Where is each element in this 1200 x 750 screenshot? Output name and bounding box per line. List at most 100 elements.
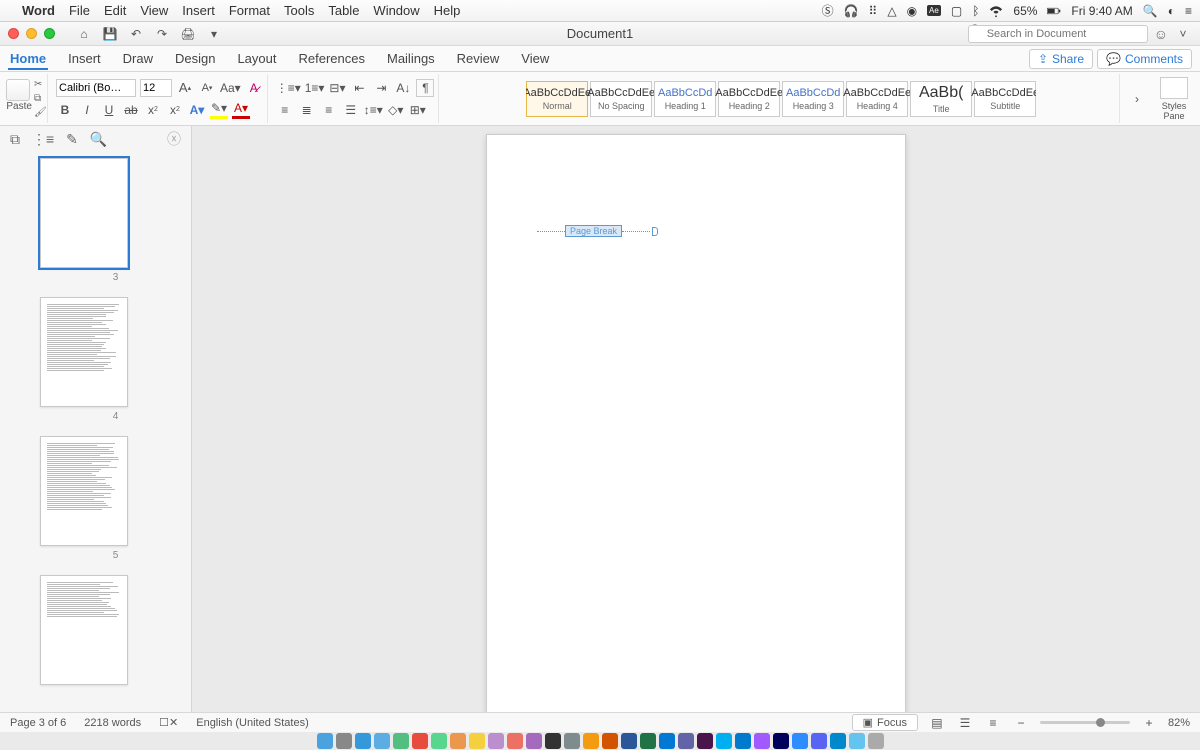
dock-app-mail[interactable]: [374, 733, 390, 749]
menu-file[interactable]: File: [69, 3, 90, 18]
style-tile-heading-1[interactable]: AaBbCcDdHeading 1: [654, 81, 716, 117]
dock-app-telegram[interactable]: [830, 733, 846, 749]
menu-insert[interactable]: Insert: [182, 3, 215, 18]
web-layout-icon[interactable]: ≡: [984, 714, 1002, 732]
tab-mailings[interactable]: Mailings: [385, 47, 437, 70]
edit-icon[interactable]: ✎: [66, 131, 78, 148]
zoom-window-button[interactable]: [44, 28, 55, 39]
tab-design[interactable]: Design: [173, 47, 217, 70]
tab-draw[interactable]: Draw: [121, 47, 155, 70]
page-3[interactable]: Page Break: [486, 134, 906, 712]
clock[interactable]: Fri 9:40 AM: [1071, 4, 1132, 18]
styles-pane-icon[interactable]: [1160, 77, 1188, 99]
dock-app-br[interactable]: [773, 733, 789, 749]
page-indicator[interactable]: Page 3 of 6: [10, 717, 66, 729]
dock-app-maps[interactable]: [393, 733, 409, 749]
dock-app-teams[interactable]: [678, 733, 694, 749]
adobe-tray-icon[interactable]: Ae: [927, 5, 941, 16]
dock-app-cal[interactable]: [450, 733, 466, 749]
align-right-icon[interactable]: ≡: [320, 101, 338, 119]
paste-icon[interactable]: [6, 79, 30, 101]
spellcheck-icon[interactable]: ☐✕: [159, 716, 178, 729]
page-thumb-4[interactable]: [40, 297, 128, 407]
notification-center-icon[interactable]: ≡: [1185, 4, 1192, 18]
focus-mode-button[interactable]: ▣Focus: [852, 714, 918, 731]
dock-app-finder[interactable]: [317, 733, 333, 749]
styles-more-icon[interactable]: ›: [1128, 90, 1146, 108]
style-tile-heading-3[interactable]: AaBbCcDdHeading 3: [782, 81, 844, 117]
share-button[interactable]: ⇪Share: [1029, 49, 1093, 69]
dock-app-discord[interactable]: [811, 733, 827, 749]
dock-app-launchpad[interactable]: [336, 733, 352, 749]
dock-app-vscode[interactable]: [735, 733, 751, 749]
page-thumb-5[interactable]: [40, 436, 128, 546]
font-name-select[interactable]: [56, 79, 136, 97]
highlight-color-icon[interactable]: ✎▾: [210, 101, 228, 119]
style-tile-subtitle[interactable]: AaBbCcDdEeSubtitle: [974, 81, 1036, 117]
dock-app-folder[interactable]: [849, 733, 865, 749]
zoom-slider[interactable]: [1040, 721, 1130, 724]
align-center-icon[interactable]: ≣: [298, 101, 316, 119]
word-count[interactable]: 2218 words: [84, 717, 141, 729]
dock-app-excel[interactable]: [640, 733, 656, 749]
decrease-indent-icon[interactable]: ⇤: [350, 79, 368, 97]
page-thumbnails[interactable]: 345: [0, 152, 191, 712]
thumbnails-view-icon[interactable]: ⧉: [10, 131, 20, 148]
redo-icon[interactable]: ↷: [153, 25, 171, 43]
format-painter-icon[interactable]: 🖌: [34, 107, 47, 118]
style-tile-heading-4[interactable]: AaBbCcDdEeHeading 4: [846, 81, 908, 117]
sort-icon[interactable]: A↓: [394, 79, 412, 97]
dock-app-p[interactable]: [602, 733, 618, 749]
zoom-in-button[interactable]: +: [1140, 714, 1158, 732]
menu-edit[interactable]: Edit: [104, 3, 126, 18]
headset-tray-icon[interactable]: 🎧: [844, 4, 859, 18]
dock-app-chrome[interactable]: [583, 733, 599, 749]
close-window-button[interactable]: [8, 28, 19, 39]
minimize-window-button[interactable]: [26, 28, 37, 39]
dock-app-photos[interactable]: [412, 733, 428, 749]
dock-app-skype[interactable]: [716, 733, 732, 749]
qat-customize-icon[interactable]: ▾: [205, 25, 223, 43]
font-size-select[interactable]: [140, 79, 172, 97]
dropbox-tray-icon[interactable]: ⠿: [869, 4, 878, 18]
menu-view[interactable]: View: [140, 3, 168, 18]
line-spacing-icon[interactable]: ↕≡▾: [364, 101, 383, 119]
menu-help[interactable]: Help: [434, 3, 461, 18]
creative-cloud-tray-icon[interactable]: ◉: [907, 4, 917, 18]
language-indicator[interactable]: English (United States): [196, 717, 309, 729]
numbered-list-icon[interactable]: 1≡▾: [305, 79, 325, 97]
dock-app-tv[interactable]: [545, 733, 561, 749]
cut-icon[interactable]: ✂: [34, 79, 47, 90]
search-document-input[interactable]: [968, 25, 1148, 43]
shrink-font-icon[interactable]: A▾: [198, 79, 216, 97]
home-icon[interactable]: ⌂: [75, 25, 93, 43]
bulleted-list-icon[interactable]: ⋮≡▾: [276, 79, 301, 97]
style-tile-title[interactable]: AaBb(Title: [910, 81, 972, 117]
dock-app-settings[interactable]: [564, 733, 580, 749]
bold-button[interactable]: B: [56, 101, 74, 119]
find-icon[interactable]: 🔍: [90, 131, 107, 148]
battery-icon[interactable]: [1047, 4, 1061, 18]
page-break-marker[interactable]: Page Break: [537, 225, 855, 237]
dock-app-podcasts[interactable]: [526, 733, 542, 749]
app-name[interactable]: Word: [22, 3, 55, 18]
strikethrough-button[interactable]: ab: [122, 101, 140, 119]
styles-gallery[interactable]: AaBbCcDdEeNormalAaBbCcDdEeNo SpacingAaBb…: [526, 81, 1036, 117]
justify-icon[interactable]: ☰: [342, 101, 360, 119]
skype-tray-icon[interactable]: Ⓢ: [822, 2, 834, 19]
spotlight-icon[interactable]: 🔍: [1143, 4, 1158, 18]
style-tile-no-spacing[interactable]: AaBbCcDdEeNo Spacing: [590, 81, 652, 117]
document-canvas[interactable]: Page Break: [192, 126, 1200, 712]
wifi-tray-icon[interactable]: [989, 4, 1003, 18]
tab-layout[interactable]: Layout: [235, 47, 278, 70]
undo-icon[interactable]: ↶: [127, 25, 145, 43]
dock-app-word[interactable]: [621, 733, 637, 749]
show-marks-icon[interactable]: ¶: [416, 79, 434, 97]
dock-app-messages[interactable]: [431, 733, 447, 749]
outline-view-icon[interactable]: ⋮≡: [32, 131, 54, 148]
change-case-icon[interactable]: Aa▾: [220, 79, 241, 97]
multilevel-list-icon[interactable]: ⊟▾: [328, 79, 346, 97]
comments-button[interactable]: 💬Comments: [1097, 49, 1192, 69]
italic-button[interactable]: I: [78, 101, 96, 119]
dock-app-slack[interactable]: [697, 733, 713, 749]
